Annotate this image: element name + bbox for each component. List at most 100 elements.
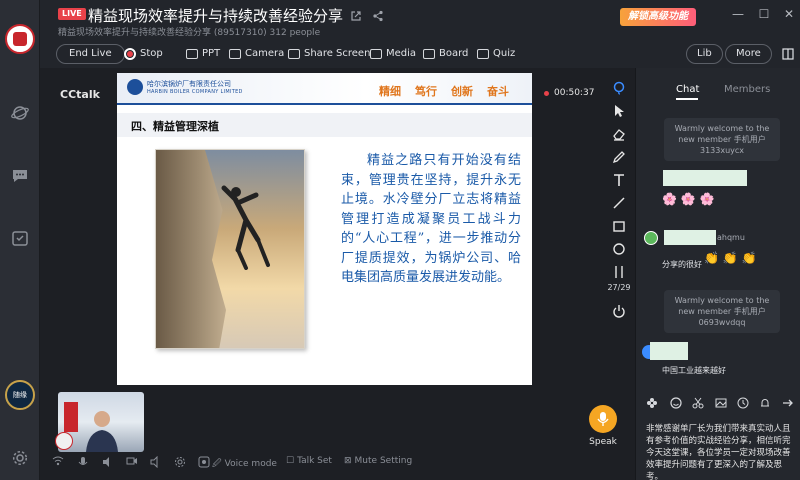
power-icon[interactable]: [612, 303, 626, 318]
ppt-button[interactable]: PPT: [186, 44, 220, 64]
tab-active-underline: [676, 98, 698, 100]
company-name: 哈尔滨锅炉厂有限责任公司: [147, 80, 231, 88]
section-bar: 四、精益管理深植: [117, 113, 532, 137]
slogan-1: 精细: [379, 85, 401, 98]
bottom-controls: 🖉 Voice mode ☐ Talk Set ⊠ Mute Setting: [50, 454, 430, 472]
more-button[interactable]: More: [725, 44, 772, 64]
stop-label: Stop: [140, 48, 163, 59]
scissors-icon[interactable]: [692, 394, 704, 409]
left-rail: 随缘: [0, 0, 40, 480]
video-icon[interactable]: [126, 456, 138, 466]
cursor-icon[interactable]: [612, 103, 626, 117]
image-icon[interactable]: [715, 394, 727, 408]
blurred-username: [663, 170, 747, 186]
chat-username-suffix: ahqmu: [717, 233, 745, 242]
circle-tool-icon[interactable]: [612, 241, 626, 255]
welcome-message-2: Warmly welcome to the new member 手机用户069…: [664, 290, 780, 333]
course-subtitle: 精益现场效率提升与持续改善经验分享 (89517310) 312 people: [58, 28, 321, 38]
ppt-label: PPT: [202, 48, 221, 59]
share-icon[interactable]: [372, 7, 386, 22]
talk-set-button[interactable]: ☐ Talk Set: [286, 456, 332, 466]
monitor-icon: [288, 49, 300, 59]
stop-button[interactable]: Stop: [124, 44, 163, 64]
welcome-message: Warmly welcome to the new member 手机用户313…: [664, 118, 780, 161]
external-link-icon[interactable]: [350, 7, 364, 21]
quiz-icon: [477, 49, 489, 59]
board-icon: [423, 49, 435, 59]
talk-set-label: Talk Set: [297, 456, 332, 466]
slogan-2: 笃行: [415, 85, 437, 98]
chat-bubble-icon[interactable]: [10, 165, 30, 185]
flowers-emoji: 🌸 🌸 🌸: [662, 192, 715, 206]
slogan-3: 创新: [451, 85, 473, 98]
company-name-en: HARBIN BOILER COMPANY LIMITED: [147, 89, 243, 95]
user-avatar[interactable]: 随缘: [5, 380, 35, 410]
checklist-icon[interactable]: [10, 228, 30, 248]
settings-gear-icon[interactable]: [10, 448, 30, 468]
toolbar: End Live Stop PPT Camera Share Screen Me…: [40, 40, 800, 68]
unlock-premium-button[interactable]: 解锁高级功能: [620, 8, 696, 26]
camera-button[interactable]: Camera: [229, 44, 284, 64]
voice-mode-icon: 🖉: [212, 459, 222, 469]
slogan-4: 奋斗: [487, 85, 509, 98]
media-button[interactable]: Media: [370, 44, 416, 64]
minimize-icon[interactable]: —: [730, 6, 746, 22]
flag-shape: [64, 402, 78, 432]
history-icon[interactable]: [737, 394, 749, 409]
tab-chat[interactable]: Chat: [676, 84, 699, 95]
end-live-button[interactable]: End Live: [56, 44, 125, 64]
live-badge: LIVE: [58, 8, 86, 20]
pen-icon[interactable]: [612, 149, 626, 164]
eraser-icon[interactable]: [612, 126, 626, 141]
speak-button[interactable]: Speak: [588, 405, 618, 447]
board-button[interactable]: Board: [423, 44, 468, 64]
media-icon: [370, 49, 382, 59]
section-title: 四、精益管理深植: [131, 120, 219, 133]
bell-icon[interactable]: [759, 394, 771, 407]
page-indicator: 27/29: [607, 283, 631, 292]
voice-mode-button[interactable]: 🖉 Voice mode: [212, 456, 277, 472]
planet-icon[interactable]: [10, 103, 30, 123]
presenter-avatar: [55, 432, 73, 450]
flower-gift-icon[interactable]: [646, 394, 658, 408]
rectangle-tool-icon[interactable]: [612, 218, 626, 232]
slide-header: 哈尔滨锅炉厂有限责任公司 HARBIN BOILER COMPANY LIMIT…: [117, 73, 532, 105]
recording-dot-icon: [544, 90, 549, 96]
wifi-icon: [52, 456, 64, 466]
live-timer: 00:50:37: [544, 88, 594, 98]
layout-toggle-icon[interactable]: [782, 44, 794, 64]
share-screen-button[interactable]: Share Screen: [288, 44, 370, 64]
share-screen-label: Share Screen: [304, 48, 371, 59]
talk-set-icon: ☐: [286, 456, 295, 466]
stroke-width-icon[interactable]: [612, 264, 626, 278]
mute-setting-button[interactable]: ⊠ Mute Setting: [344, 456, 412, 466]
maximize-icon[interactable]: ☐: [756, 6, 772, 22]
lasso-icon[interactable]: [612, 80, 626, 95]
sound-settings-icon[interactable]: [150, 456, 162, 468]
mic-icon[interactable]: [78, 456, 88, 468]
close-icon[interactable]: ✕: [781, 6, 797, 22]
title-bar: LIVE 精益现场效率提升与持续改善经验分享 精益现场效率提升与持续改善经验分享…: [40, 0, 800, 40]
quiz-button[interactable]: Quiz: [477, 44, 515, 64]
lib-button[interactable]: Lib: [686, 44, 723, 64]
ppt-slide[interactable]: 哈尔滨锅炉厂有限责任公司 HARBIN BOILER COMPANY LIMIT…: [117, 73, 532, 385]
line-tool-icon[interactable]: [612, 195, 626, 209]
microphone-icon: [589, 405, 617, 433]
quiz-label: Quiz: [493, 48, 516, 59]
record-icon: [124, 48, 136, 60]
climber-photo: [155, 149, 305, 349]
send-arrow-icon[interactable]: [782, 394, 794, 407]
text-tool-icon[interactable]: [612, 172, 626, 186]
chat-input[interactable]: 非常感谢单厂长为我们带来真实动人且有参考价值的实战经验分享，相信听完今天这堂课，…: [646, 423, 794, 480]
gear-icon[interactable]: [174, 456, 186, 468]
channel-logo[interactable]: [5, 24, 35, 54]
tab-members[interactable]: Members: [724, 84, 770, 95]
chat-message: 分享的很好: [662, 260, 702, 269]
user-avatar-label: 随缘: [13, 391, 27, 399]
speaker-icon[interactable]: [102, 456, 114, 468]
ppt-icon: [186, 49, 198, 59]
voice-mode-label: Voice mode: [224, 459, 277, 469]
emoji-icon[interactable]: [670, 394, 682, 409]
camera-icon: [229, 49, 241, 59]
record-small-icon[interactable]: [198, 456, 210, 468]
